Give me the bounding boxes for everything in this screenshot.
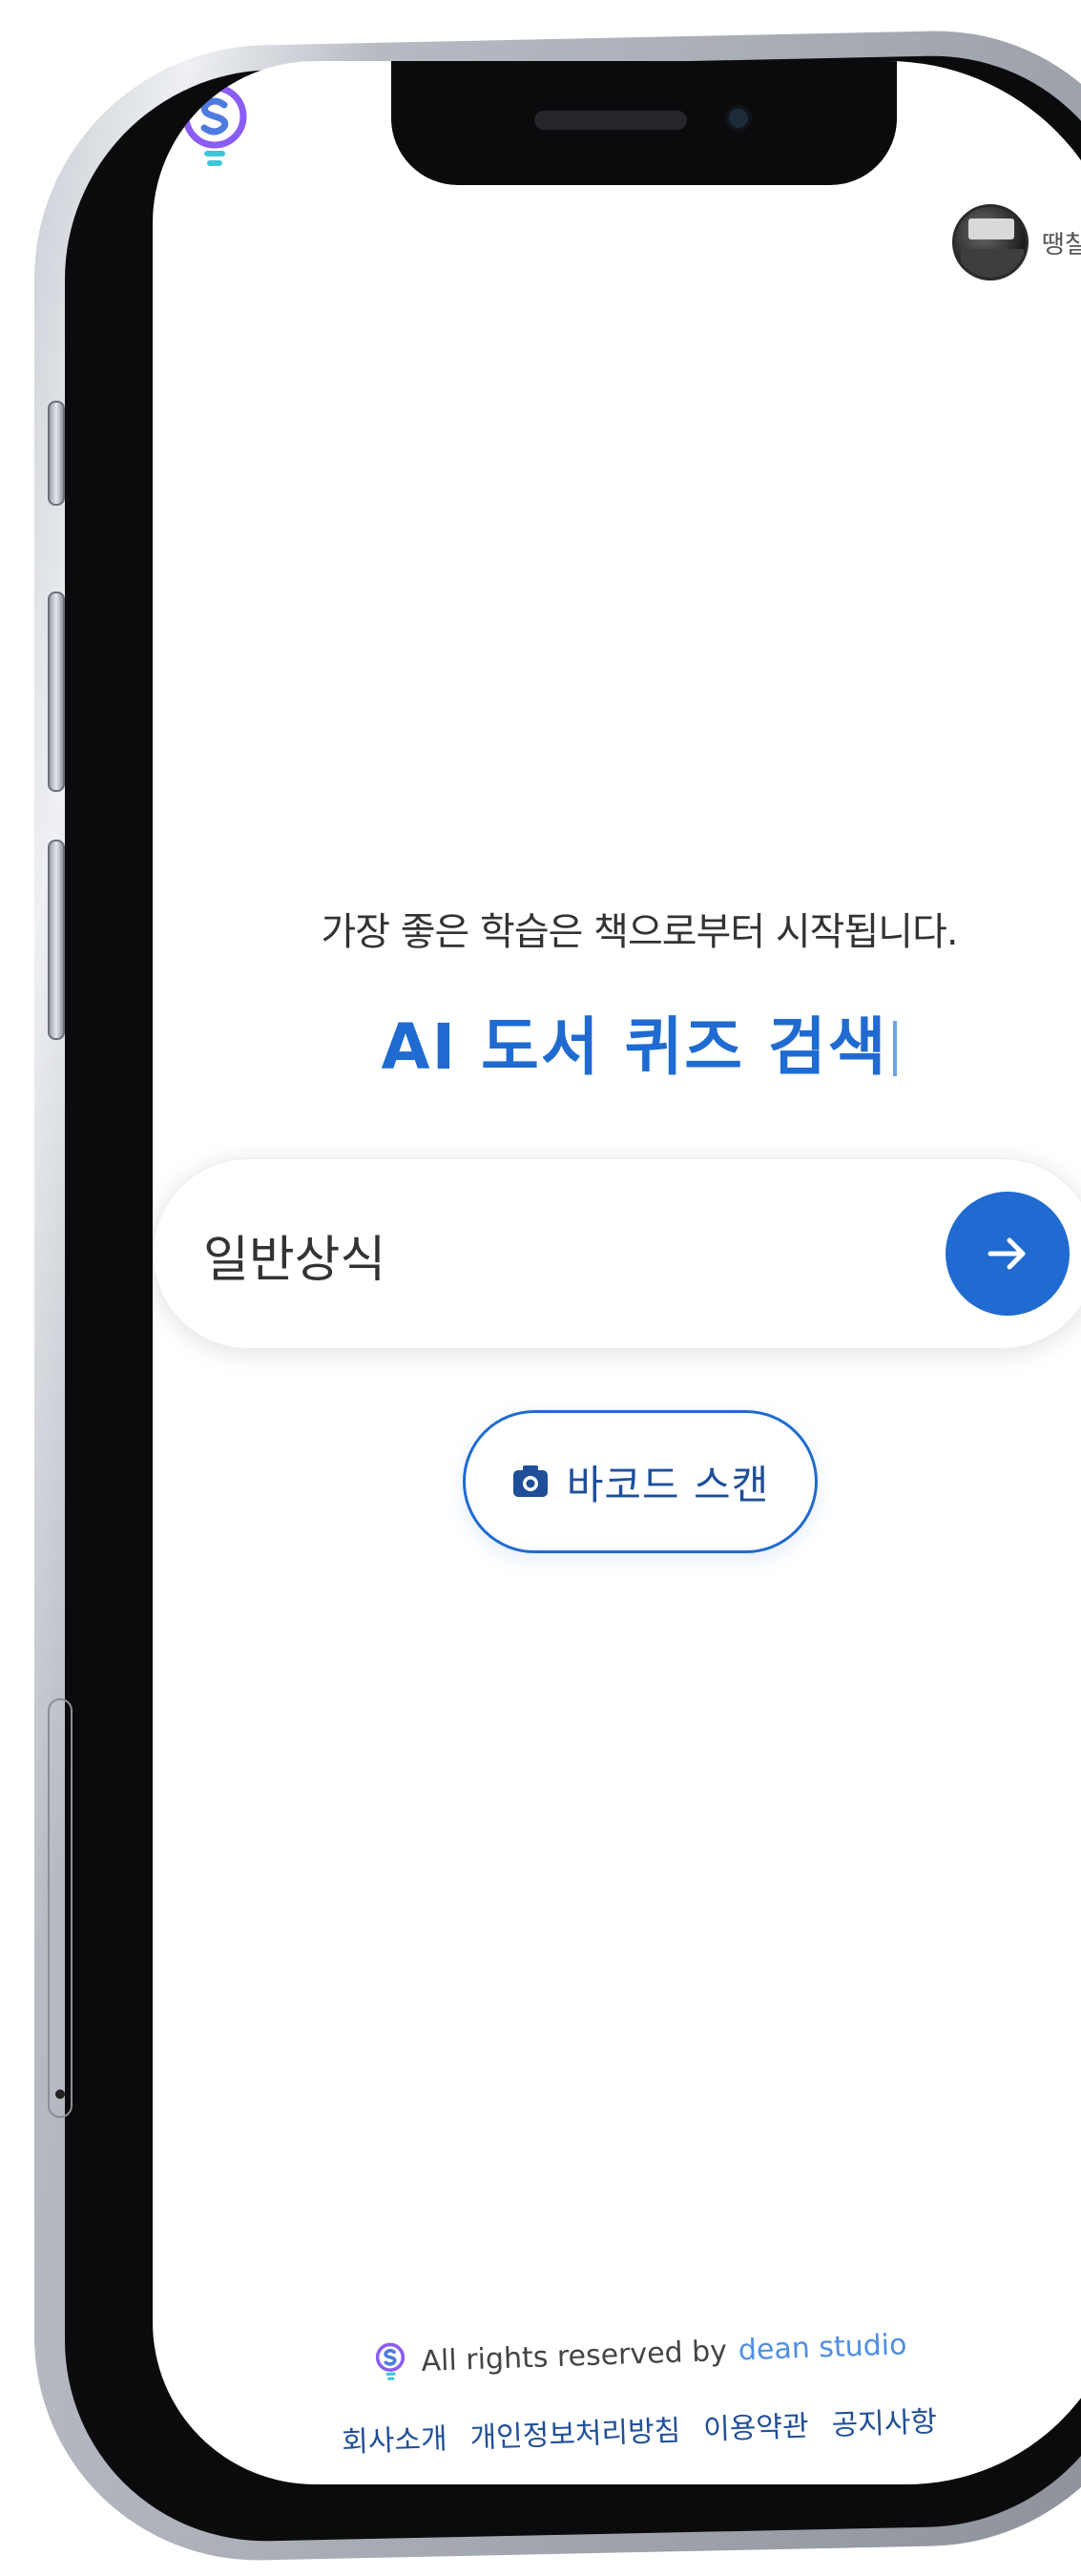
page-title-text: AI 도서 퀴즈 검색: [381, 1010, 888, 1084]
user-name: 땡칠이2: [1041, 230, 1081, 260]
user-profile[interactable]: 땡칠이2: [951, 204, 1081, 280]
avatar[interactable]: [951, 204, 1029, 280]
arrow-right-icon: [987, 1237, 1026, 1270]
footer-links: 회사소개 개인정보처리방침 이용약관 공지사항: [153, 2391, 1081, 2467]
dean-studio-link[interactable]: dean studio: [738, 2328, 907, 2367]
mute-switch: [48, 401, 65, 506]
barcode-scan-button[interactable]: 바코드 스캔: [463, 1410, 818, 1553]
barcode-scan-label: 바코드 스캔: [566, 1461, 770, 1508]
search-input[interactable]: [203, 1220, 890, 1289]
earpiece-speaker: [534, 111, 687, 130]
footer-link-company[interactable]: 회사소개: [341, 2415, 448, 2461]
footer-link-terms[interactable]: 이용약관: [702, 2402, 810, 2448]
footer-link-privacy[interactable]: 개인정보처리방침: [469, 2407, 681, 2457]
tagline: 가장 좋은 학습은 책으로부터 시작됩니다.: [321, 910, 958, 954]
page-title: AI 도서 퀴즈 검색: [153, 996, 1081, 1088]
search-submit-button[interactable]: [946, 1192, 1070, 1316]
app-screen: 땡칠이2 가장 좋은 학습은 책으로부터 시작됩니다. AI 도서 퀴즈 검색 …: [153, 61, 1081, 2484]
front-camera: [725, 105, 752, 132]
device-mockup: 땡칠이2 가장 좋은 학습은 책으로부터 시작됩니다. AI 도서 퀴즈 검색 …: [0, 0, 1081, 2576]
volume-up-button: [48, 592, 65, 792]
camera-icon: [512, 1465, 548, 1497]
sim-tray: [48, 1698, 73, 2118]
footer-copyright: All rights reserved by dean studio: [153, 2315, 1081, 2393]
sim-eject-hole: [55, 2089, 65, 2099]
copyright-text: All rights reserved by: [420, 2334, 728, 2379]
search-bar: [153, 1158, 1081, 1349]
typing-cursor: [893, 1021, 898, 1076]
lightbulb-s-logo-icon[interactable]: [172, 80, 258, 176]
footer-link-notices[interactable]: 공지사항: [831, 2398, 938, 2443]
volume-down-button: [48, 840, 65, 1040]
footer-logo-icon: [376, 2342, 405, 2380]
notch: [391, 61, 897, 185]
